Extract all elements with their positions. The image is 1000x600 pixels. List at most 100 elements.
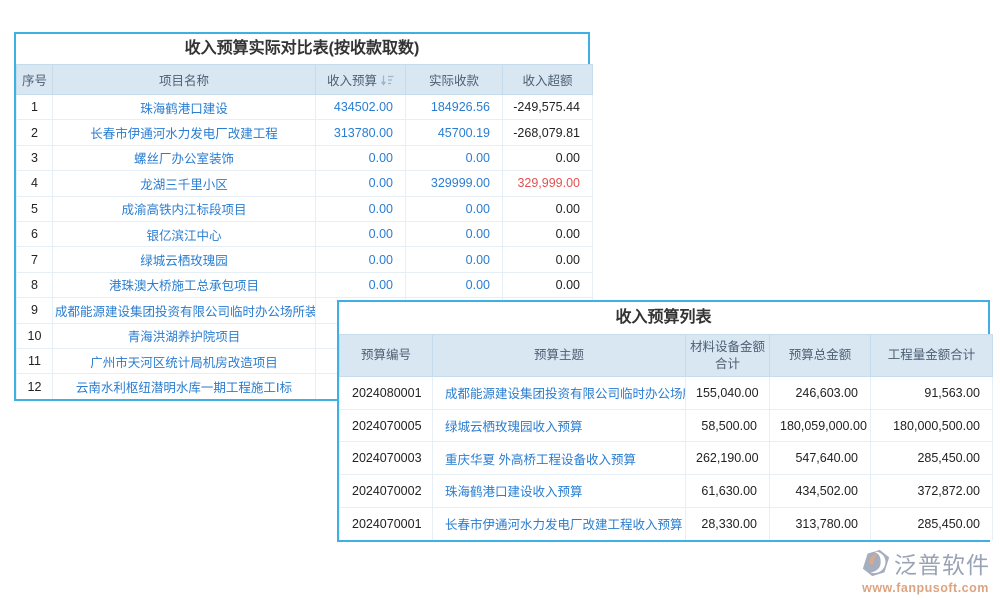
actual-receipt-cell[interactable]: 0.00: [406, 145, 503, 170]
row-index-cell: 8: [17, 272, 53, 297]
row-index-cell: 1: [17, 95, 53, 120]
table-row: 6银亿滨江中心0.000.000.00: [17, 221, 593, 246]
budget-list-title: 收入预算列表: [339, 302, 988, 334]
quantity-amount-total-cell: 285,450.00: [871, 507, 993, 540]
column-header-2[interactable]: 预算主题: [433, 335, 686, 377]
table-row: 4龙湖三千里小区0.00329999.00329,999.00: [17, 171, 593, 196]
project-name-link[interactable]: 珠海鹤港口建设: [53, 95, 316, 120]
income-excess-cell: 0.00: [503, 247, 593, 272]
row-index-cell: 10: [17, 323, 53, 348]
budget-total-amount-cell: 246,603.00: [770, 377, 871, 410]
income-budget-cell[interactable]: 0.00: [316, 221, 406, 246]
project-name-link[interactable]: 成渝高铁内江标段项目: [53, 196, 316, 221]
actual-receipt-cell[interactable]: 184926.56: [406, 95, 503, 120]
budget-subject-link[interactable]: 长春市伊通河水力发电厂改建工程收入预算: [433, 507, 686, 540]
quantity-amount-total-cell: 285,450.00: [871, 442, 993, 475]
table-row: 2024080001成都能源建设集团投资有限公司临时办公场所...155,040…: [340, 377, 993, 410]
column-header-label: 收入超额: [522, 74, 572, 88]
column-header-3[interactable]: 材料设备金额合计: [686, 335, 770, 377]
budget-code-cell: 2024070001: [340, 507, 433, 540]
table-row: 2长春市伊通河水力发电厂改建工程313780.0045700.19-268,07…: [17, 120, 593, 145]
table-row: 1珠海鹤港口建设434502.00184926.56-249,575.44: [17, 95, 593, 120]
income-budget-cell[interactable]: 0.00: [316, 196, 406, 221]
budget-total-amount-cell: 313,780.00: [770, 507, 871, 540]
actual-receipt-cell[interactable]: 0.00: [406, 247, 503, 272]
column-header-3[interactable]: 收入预算: [316, 65, 406, 95]
project-name-link[interactable]: 成都能源建设集团投资有限公司临时办公场所装修: [53, 298, 316, 323]
income-excess-cell: 0.00: [503, 221, 593, 246]
table-row: 8港珠澳大桥施工总承包项目0.000.000.00: [17, 272, 593, 297]
column-header-label: 实际收款: [429, 74, 479, 88]
row-index-cell: 2: [17, 120, 53, 145]
budget-subject-link[interactable]: 重庆华夏 外高桥工程设备收入预算: [433, 442, 686, 475]
income-budget-cell[interactable]: 0.00: [316, 272, 406, 297]
table-row: 3螺丝厂办公室装饰0.000.000.00: [17, 145, 593, 170]
income-excess-cell: 0.00: [503, 145, 593, 170]
income-budget-list-table: 预算编号 预算主题材料设备金额合计 预算总金额 工程量金额合计 2024080001成…: [339, 334, 993, 540]
budget-code-cell: 2024070002: [340, 475, 433, 508]
project-name-link[interactable]: 广州市天河区统计局机房改造项目: [53, 348, 316, 373]
sort-descending-icon[interactable]: [381, 75, 394, 89]
material-equipment-total-cell: 262,190.00: [686, 442, 770, 475]
column-header-4[interactable]: 实际收款: [406, 65, 503, 95]
column-header-label: 预算编号: [361, 348, 411, 362]
column-header-1[interactable]: 预算编号: [340, 335, 433, 377]
column-header-label: 材料设备金额合计: [690, 340, 765, 371]
income-budget-cell[interactable]: 0.00: [316, 145, 406, 170]
table-row: 2024070005绿城云栖玫瑰园收入预算58,500.00180,059,00…: [340, 409, 993, 442]
actual-receipt-cell[interactable]: 45700.19: [406, 120, 503, 145]
budget-total-amount-cell: 180,059,000.00: [770, 409, 871, 442]
quantity-amount-total-cell: 180,000,500.00: [871, 409, 993, 442]
column-header-1[interactable]: 序号: [17, 65, 53, 95]
column-header-label: 序号: [22, 74, 47, 88]
table-row: 5成渝高铁内江标段项目0.000.000.00: [17, 196, 593, 221]
column-header-label: 预算总金额: [789, 348, 852, 362]
income-excess-cell: 329,999.00: [503, 171, 593, 196]
column-header-4[interactable]: 预算总金额: [770, 335, 871, 377]
project-name-link[interactable]: 银亿滨江中心: [53, 221, 316, 246]
quantity-amount-total-cell: 372,872.00: [871, 475, 993, 508]
actual-receipt-cell[interactable]: 0.00: [406, 272, 503, 297]
project-name-link[interactable]: 绿城云栖玫瑰园: [53, 247, 316, 272]
project-name-link[interactable]: 云南水利枢纽潜明水库一期工程施工Ⅰ标: [53, 374, 316, 399]
column-header-5[interactable]: 工程量金额合计: [871, 335, 993, 377]
budget-subject-link[interactable]: 绿城云栖玫瑰园收入预算: [433, 409, 686, 442]
budget-total-amount-cell: 434,502.00: [770, 475, 871, 508]
project-name-link[interactable]: 螺丝厂办公室装饰: [53, 145, 316, 170]
column-header-label: 工程量金额合计: [888, 348, 976, 362]
actual-receipt-cell[interactable]: 0.00: [406, 221, 503, 246]
income-budget-cell[interactable]: 313780.00: [316, 120, 406, 145]
project-name-link[interactable]: 长春市伊通河水力发电厂改建工程: [53, 120, 316, 145]
budget-code-cell: 2024080001: [340, 377, 433, 410]
row-index-cell: 11: [17, 348, 53, 373]
income-budget-cell[interactable]: 0.00: [316, 247, 406, 272]
column-header-2[interactable]: 项目名称: [53, 65, 316, 95]
row-index-cell: 6: [17, 221, 53, 246]
row-index-cell: 4: [17, 171, 53, 196]
budget-total-amount-cell: 547,640.00: [770, 442, 871, 475]
fanpu-watermark: 泛普软件 www.fanpusoft.com: [861, 546, 990, 595]
income-excess-cell: 0.00: [503, 272, 593, 297]
income-budget-cell[interactable]: 0.00: [316, 171, 406, 196]
brand-name: 泛普软件: [894, 546, 990, 580]
brand-url: www.fanpusoft.com: [861, 581, 990, 595]
row-index-cell: 7: [17, 247, 53, 272]
project-name-link[interactable]: 港珠澳大桥施工总承包项目: [53, 272, 316, 297]
row-index-cell: 3: [17, 145, 53, 170]
income-excess-cell: -249,575.44: [503, 95, 593, 120]
column-header-5[interactable]: 收入超额: [503, 65, 593, 95]
project-name-link[interactable]: 龙湖三千里小区: [53, 171, 316, 196]
income-excess-cell: -268,079.81: [503, 120, 593, 145]
project-name-link[interactable]: 青海洪湖养护院项目: [53, 323, 316, 348]
budget-subject-link[interactable]: 成都能源建设集团投资有限公司临时办公场所...: [433, 377, 686, 410]
actual-receipt-cell[interactable]: 0.00: [406, 196, 503, 221]
actual-receipt-cell[interactable]: 329999.00: [406, 171, 503, 196]
table-row: 2024070001长春市伊通河水力发电厂改建工程收入预算28,330.0031…: [340, 507, 993, 540]
income-excess-cell: 0.00: [503, 196, 593, 221]
budget-code-cell: 2024070005: [340, 409, 433, 442]
income-budget-cell[interactable]: 434502.00: [316, 95, 406, 120]
budget-code-cell: 2024070003: [340, 442, 433, 475]
quantity-amount-total-cell: 91,563.00: [871, 377, 993, 410]
budget-subject-link[interactable]: 珠海鹤港口建设收入预算: [433, 475, 686, 508]
material-equipment-total-cell: 28,330.00: [686, 507, 770, 540]
